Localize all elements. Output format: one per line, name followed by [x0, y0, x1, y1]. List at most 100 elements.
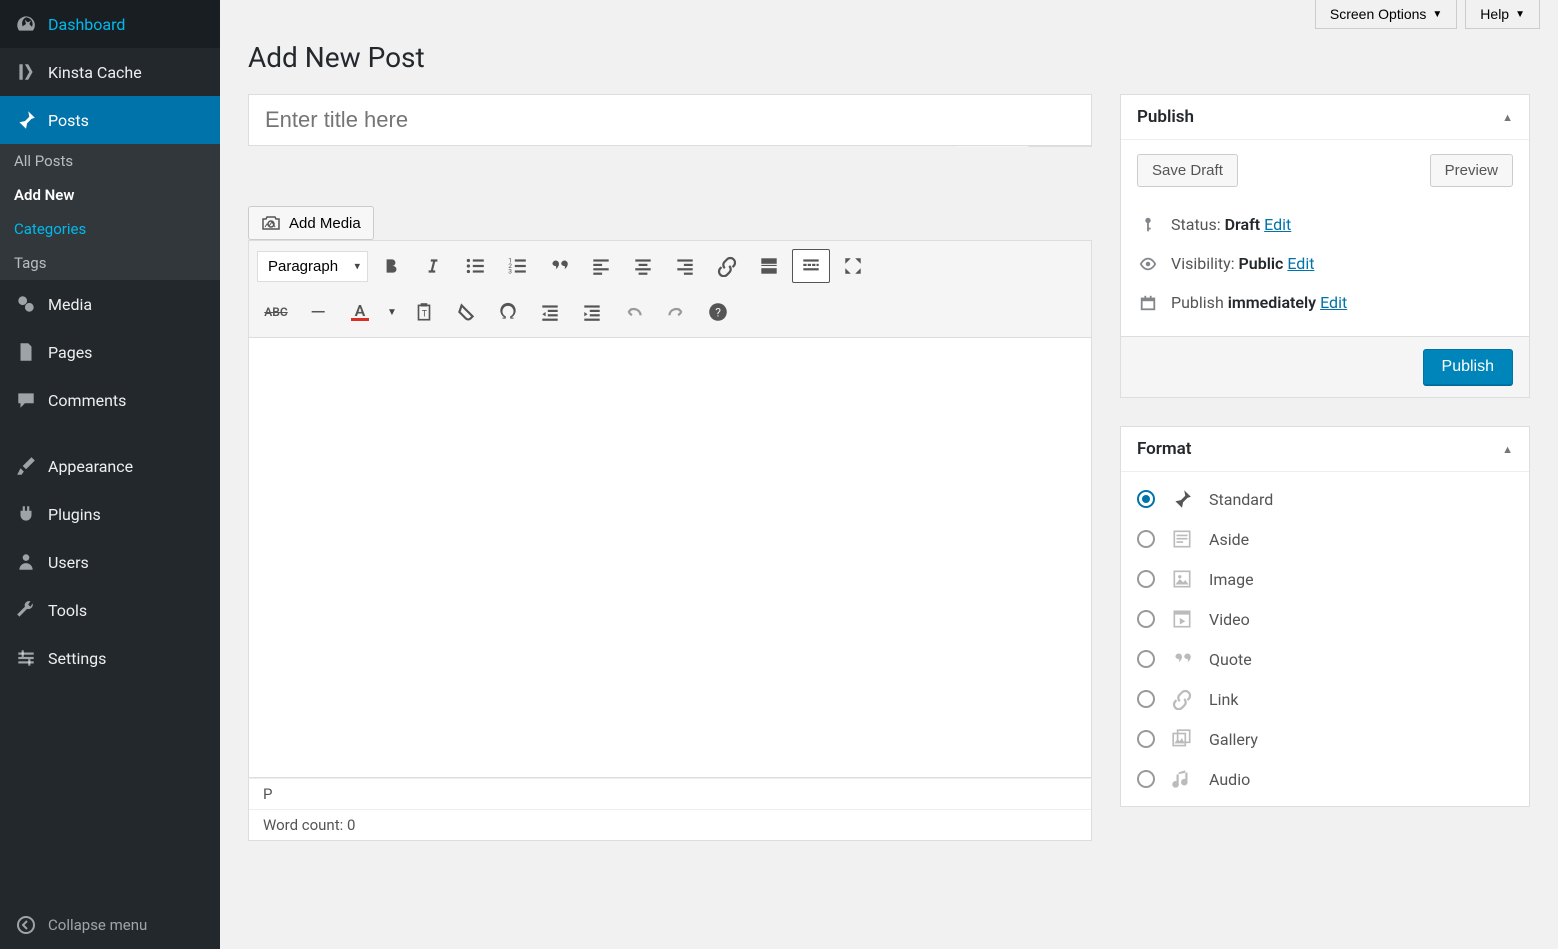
help-button-toolbar[interactable]: ? — [699, 295, 737, 329]
radio-icon — [1137, 570, 1155, 588]
fullscreen-button[interactable] — [834, 249, 872, 283]
outdent-button[interactable] — [531, 295, 569, 329]
bullet-list-button[interactable] — [456, 249, 494, 283]
sidebar-submenu-posts: All Posts Add New Categories Tags — [0, 144, 220, 280]
preview-button[interactable]: Preview — [1430, 154, 1513, 187]
strikethrough-button[interactable]: ABC — [257, 295, 295, 329]
sidebar-sub-add-new[interactable]: Add New — [0, 178, 220, 212]
clear-format-button[interactable] — [447, 295, 485, 329]
paragraph-format-select[interactable]: Paragraph — [257, 251, 368, 282]
format-quote[interactable]: Quote — [1137, 646, 1513, 672]
dashboard-icon — [14, 12, 38, 36]
sidebar-item-users[interactable]: Users — [0, 538, 220, 586]
sidebar-item-posts[interactable]: Posts — [0, 96, 220, 144]
radio-icon — [1137, 770, 1155, 788]
format-title: Format — [1137, 439, 1192, 459]
undo-button[interactable] — [615, 295, 653, 329]
pin-icon — [1169, 486, 1195, 512]
editor-content-area[interactable] — [248, 338, 1092, 778]
text-color-button[interactable]: A — [341, 295, 379, 329]
format-audio[interactable]: Audio — [1137, 766, 1513, 792]
sidebar-item-tools[interactable]: Tools — [0, 586, 220, 634]
toolbar-toggle-button[interactable] — [792, 249, 830, 283]
quote-icon — [1169, 646, 1195, 672]
publish-header[interactable]: Publish ▲ — [1121, 95, 1529, 140]
edit-schedule-link[interactable]: Edit — [1320, 293, 1347, 312]
paste-text-button[interactable]: T — [405, 295, 443, 329]
sidebar-item-appearance[interactable]: Appearance — [0, 442, 220, 490]
save-draft-button[interactable]: Save Draft — [1137, 154, 1238, 187]
add-media-button[interactable]: Add Media — [248, 206, 374, 240]
format-metabox: Format ▲ Standard Aside — [1120, 426, 1530, 807]
special-char-button[interactable] — [489, 295, 527, 329]
settings-icon — [14, 646, 38, 670]
sidebar-item-media[interactable]: Media — [0, 280, 220, 328]
svg-text:3: 3 — [508, 268, 512, 276]
horizontal-line-button[interactable]: — — [299, 295, 337, 329]
caret-down-icon: ▼ — [1515, 9, 1525, 20]
editor-footer: P Word count: 0 — [248, 778, 1092, 841]
image-icon — [1169, 566, 1195, 592]
sidebar-sub-all-posts[interactable]: All Posts — [0, 144, 220, 178]
format-standard[interactable]: Standard — [1137, 486, 1513, 512]
blockquote-button[interactable] — [540, 249, 578, 283]
sidebar-sub-tags[interactable]: Tags — [0, 246, 220, 280]
format-aside[interactable]: Aside — [1137, 526, 1513, 552]
format-video[interactable]: Video — [1137, 606, 1513, 632]
format-gallery[interactable]: Gallery — [1137, 726, 1513, 752]
align-center-button[interactable] — [624, 249, 662, 283]
collapse-icon — [14, 913, 38, 937]
sidebar-label: Kinsta Cache — [48, 63, 142, 82]
sidebar-label: Settings — [48, 649, 106, 668]
wrench-icon — [14, 598, 38, 622]
align-right-button[interactable] — [666, 249, 704, 283]
text-color-caret[interactable]: ▼ — [383, 307, 401, 318]
pages-icon — [14, 340, 38, 364]
triangle-up-icon[interactable]: ▲ — [1502, 443, 1513, 456]
help-button[interactable]: Help▼ — [1465, 0, 1540, 29]
read-more-button[interactable] — [750, 249, 788, 283]
redo-button[interactable] — [657, 295, 695, 329]
sidebar-item-pages[interactable]: Pages — [0, 328, 220, 376]
radio-icon — [1137, 730, 1155, 748]
align-left-button[interactable] — [582, 249, 620, 283]
post-title-input[interactable] — [248, 94, 1092, 146]
indent-button[interactable] — [573, 295, 611, 329]
format-image[interactable]: Image — [1137, 566, 1513, 592]
screen-options-button[interactable]: Screen Options▼ — [1315, 0, 1457, 29]
sidebar-item-dashboard[interactable]: Dashboard — [0, 0, 220, 48]
media-icon — [14, 292, 38, 316]
schedule-row: Publish immediately Edit — [1137, 283, 1513, 322]
format-header[interactable]: Format ▲ — [1121, 427, 1529, 472]
svg-text:T: T — [422, 309, 428, 319]
bold-button[interactable] — [372, 249, 410, 283]
sidebar-label: Media — [48, 295, 92, 314]
comments-icon — [14, 388, 38, 412]
format-link[interactable]: Link — [1137, 686, 1513, 712]
sidebar-item-comments[interactable]: Comments — [0, 376, 220, 424]
edit-visibility-link[interactable]: Edit — [1287, 254, 1314, 273]
triangle-up-icon[interactable]: ▲ — [1502, 111, 1513, 124]
collapse-menu[interactable]: Collapse menu — [0, 901, 220, 949]
number-list-button[interactable]: 123 — [498, 249, 536, 283]
sidebar-label: Appearance — [48, 457, 133, 476]
italic-button[interactable] — [414, 249, 452, 283]
sidebar-item-settings[interactable]: Settings — [0, 634, 220, 682]
radio-icon — [1137, 530, 1155, 548]
sidebar-label: Posts — [48, 111, 89, 130]
kinsta-icon — [14, 60, 38, 84]
radio-icon — [1137, 490, 1155, 508]
edit-status-link[interactable]: Edit — [1264, 215, 1291, 234]
gallery-icon — [1169, 726, 1195, 752]
sidebar-sub-categories[interactable]: Categories — [0, 212, 220, 246]
brush-icon — [14, 454, 38, 478]
sidebar-item-plugins[interactable]: Plugins — [0, 490, 220, 538]
camera-icon — [261, 213, 281, 233]
caret-down-icon: ▼ — [1432, 9, 1442, 20]
sidebar-label: Plugins — [48, 505, 101, 524]
key-icon — [1137, 216, 1159, 234]
sidebar-item-kinsta[interactable]: Kinsta Cache — [0, 48, 220, 96]
link-button[interactable] — [708, 249, 746, 283]
plug-icon — [14, 502, 38, 526]
publish-button[interactable]: Publish — [1423, 349, 1513, 385]
